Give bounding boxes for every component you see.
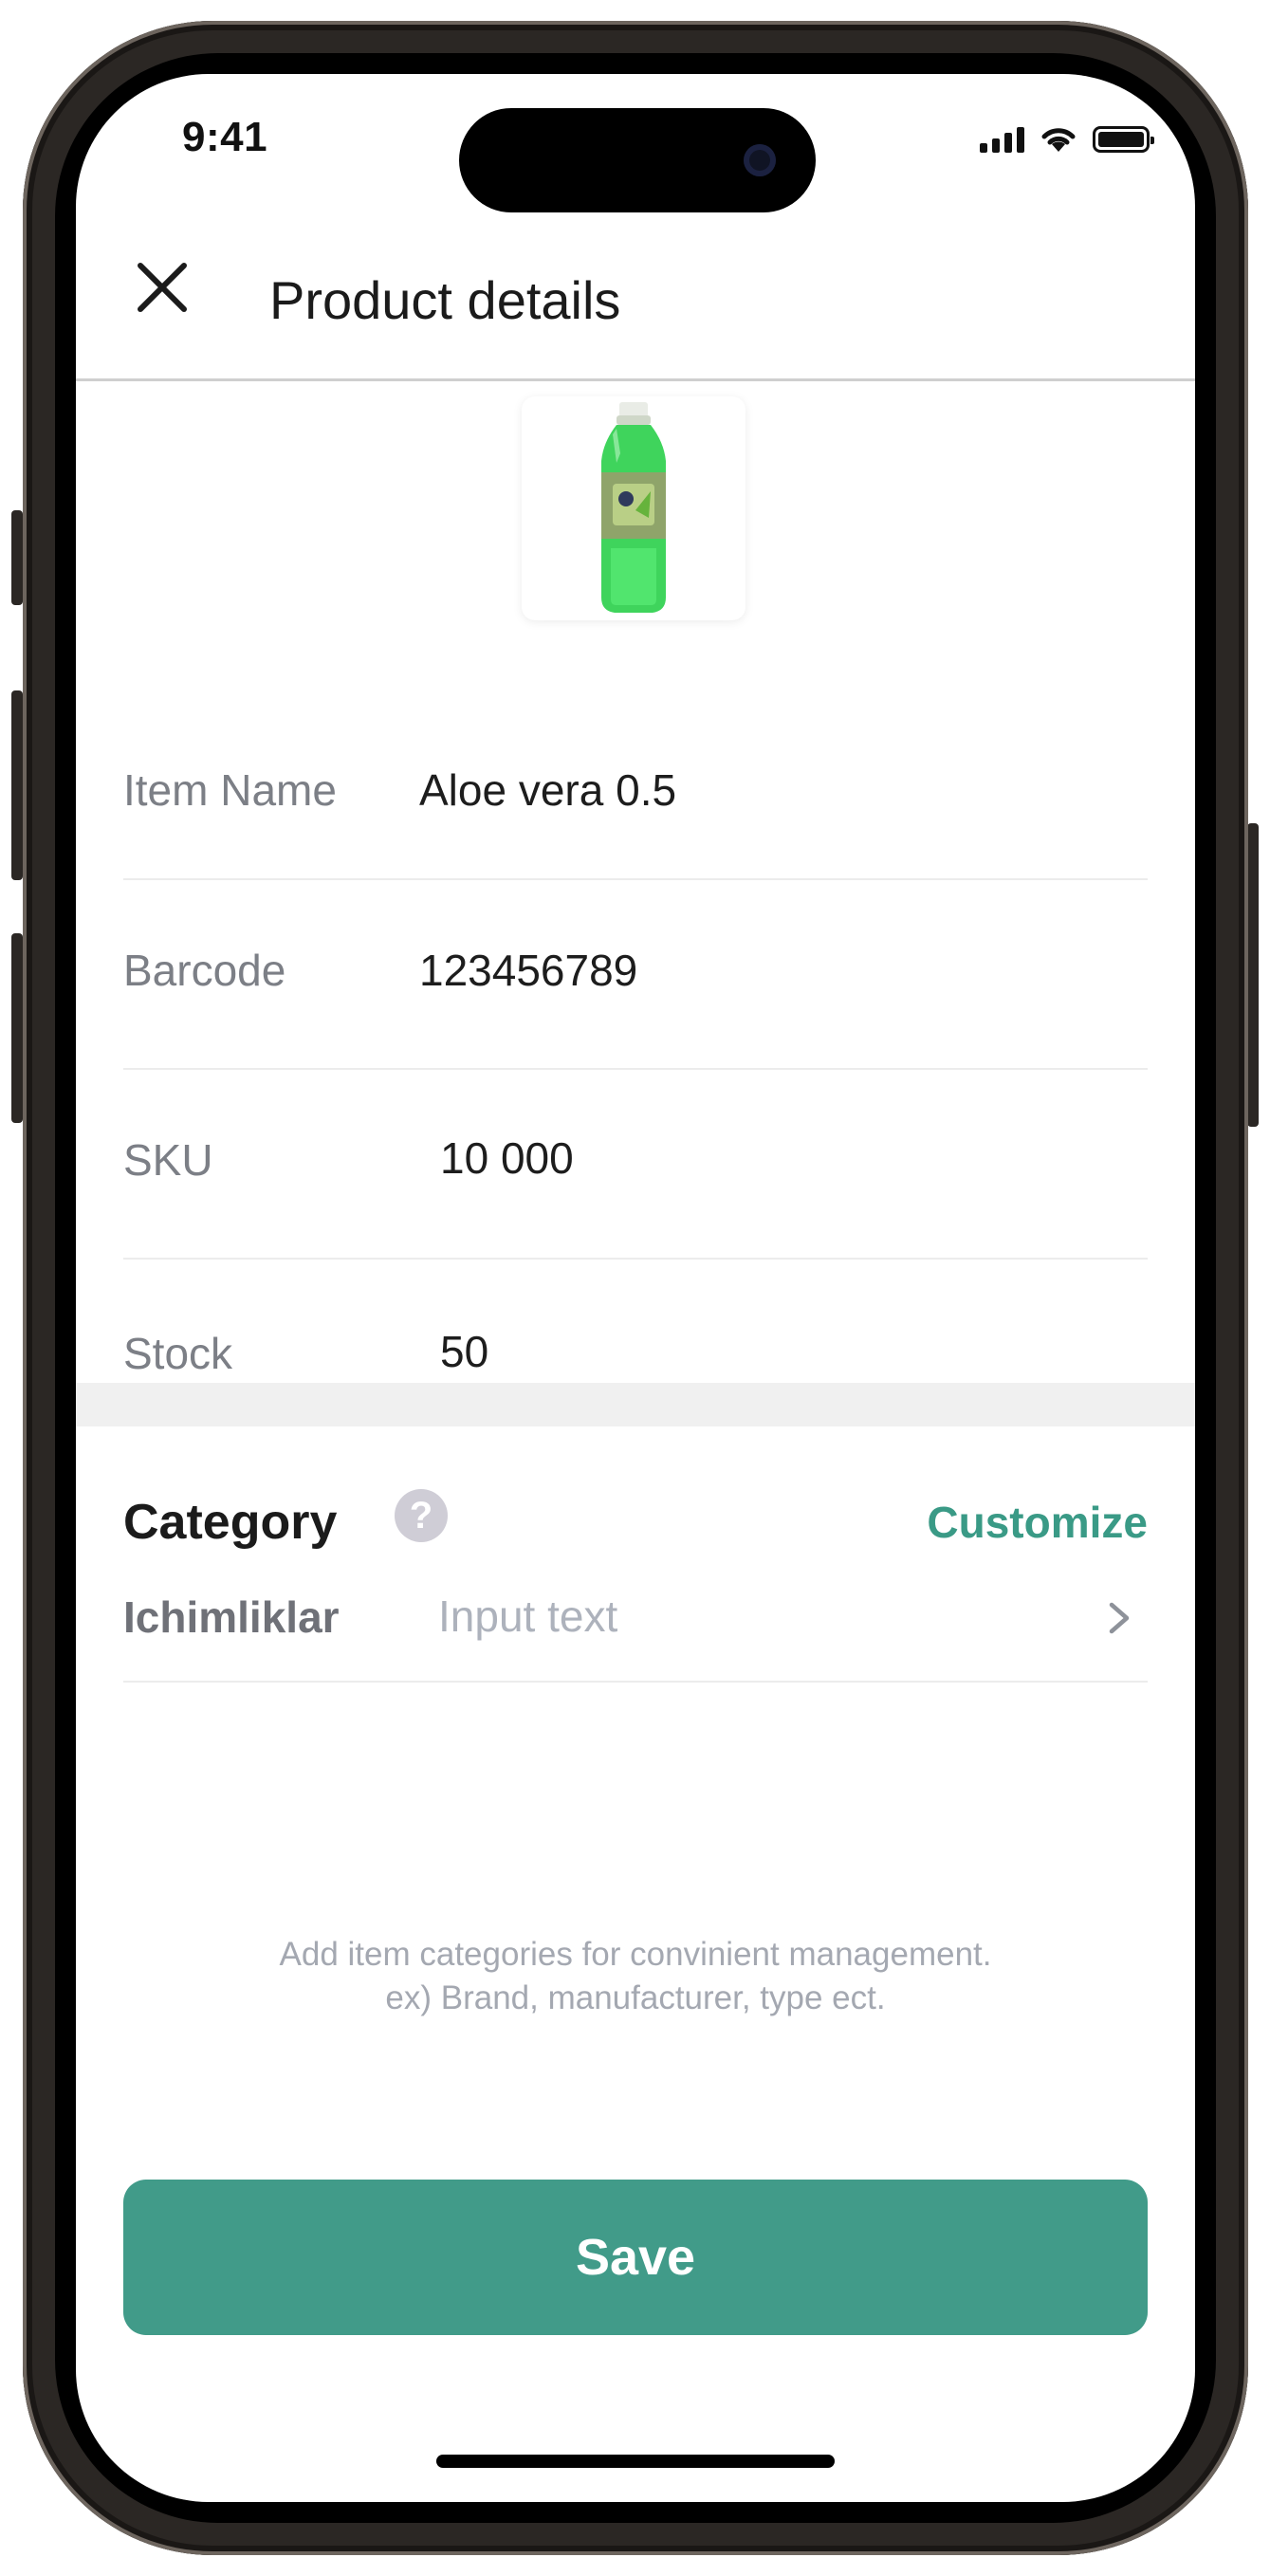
close-button[interactable] — [129, 254, 195, 321]
field-label: Stock — [123, 1329, 233, 1378]
chevron-right-icon[interactable] — [1102, 1599, 1136, 1637]
status-bar: 9:41 — [76, 74, 1195, 212]
section-divider — [76, 1383, 1195, 1426]
category-title: Category — [123, 1495, 338, 1550]
field-label: Item Name — [123, 765, 337, 815]
status-time: 9:41 — [182, 114, 268, 160]
hint-line-1: Add item categories for convinient manag… — [279, 1936, 992, 1973]
front-camera-icon — [744, 144, 776, 176]
side-button-volume-down — [11, 933, 23, 1123]
field-value-stock[interactable]: 50 — [440, 1326, 488, 1377]
field-label: SKU — [123, 1135, 213, 1185]
close-icon — [138, 263, 187, 312]
battery-icon — [1093, 126, 1154, 153]
question-mark-icon[interactable]: ? — [395, 1489, 448, 1542]
dynamic-island — [459, 108, 816, 212]
category-hint: Add item categories for convinient manag… — [76, 1933, 1195, 2020]
hint-line-2: ex) Brand, manufacturer, type ect. — [385, 1979, 886, 2016]
field-label: Barcode — [123, 946, 286, 995]
field-row-item-name[interactable]: Item Name Aloe vera 0.5 — [123, 681, 1148, 880]
wifi-icon — [1041, 128, 1076, 152]
field-value-barcode[interactable]: 123456789 — [419, 945, 637, 996]
side-button-silent — [11, 510, 23, 605]
field-row-stock[interactable]: Stock 50 — [123, 1260, 1148, 1383]
status-icons — [980, 125, 1154, 154]
field-value-item-name[interactable]: Aloe vera 0.5 — [419, 764, 676, 816]
save-button[interactable]: Save — [123, 2180, 1148, 2335]
product-image[interactable] — [522, 396, 745, 620]
category-input[interactable] — [438, 1588, 1064, 1645]
field-row-sku[interactable]: SKU 10 000 — [123, 1070, 1148, 1260]
side-button-power — [1247, 823, 1259, 1127]
category-name: Ichimliklar — [123, 1592, 340, 1642]
field-value-sku[interactable]: 10 000 — [440, 1132, 574, 1184]
customize-link[interactable]: Customize — [927, 1497, 1148, 1548]
field-row-barcode[interactable]: Barcode 123456789 — [123, 880, 1148, 1070]
green-bottle-icon — [601, 402, 666, 613]
side-button-volume-up — [11, 690, 23, 880]
home-indicator[interactable] — [436, 2455, 835, 2468]
top-app-bar: Product details — [76, 216, 1195, 381]
app-screen: 9:41 Product details Item Name Aloe vera… — [76, 74, 1195, 2502]
page-title: Product details — [269, 270, 621, 330]
category-row[interactable]: Ichimliklar — [123, 1582, 1148, 1683]
cellular-signal-icon — [980, 126, 1024, 153]
